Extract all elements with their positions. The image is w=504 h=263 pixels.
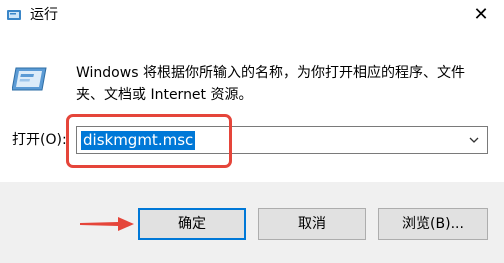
title-bar[interactable]: 运行 ✕: [0, 0, 504, 30]
run-dialog-icon: [11, 64, 50, 94]
open-field-label: 打开(O):: [12, 132, 67, 148]
run-app-icon: [6, 7, 22, 23]
ok-button[interactable]: 确定: [138, 208, 246, 240]
dialog-description: Windows 将根据你所输入的名称，为你打开相应的程序、文件夹、文档或 Int…: [76, 65, 465, 103]
close-icon: ✕: [473, 4, 489, 25]
run-dialog: 运行 ✕ Windows 将根据你所输入的名称，为你打开相应的程序、文件夹、文档…: [0, 0, 504, 263]
red-arrow-icon: [80, 216, 134, 232]
window-title: 运行: [30, 7, 58, 23]
browse-button[interactable]: 浏览(B)...: [378, 208, 488, 240]
cancel-button[interactable]: 取消: [258, 208, 366, 240]
close-button[interactable]: ✕: [458, 0, 504, 30]
annotation-highlight-box: [66, 114, 232, 168]
chevron-down-icon[interactable]: [467, 132, 481, 148]
